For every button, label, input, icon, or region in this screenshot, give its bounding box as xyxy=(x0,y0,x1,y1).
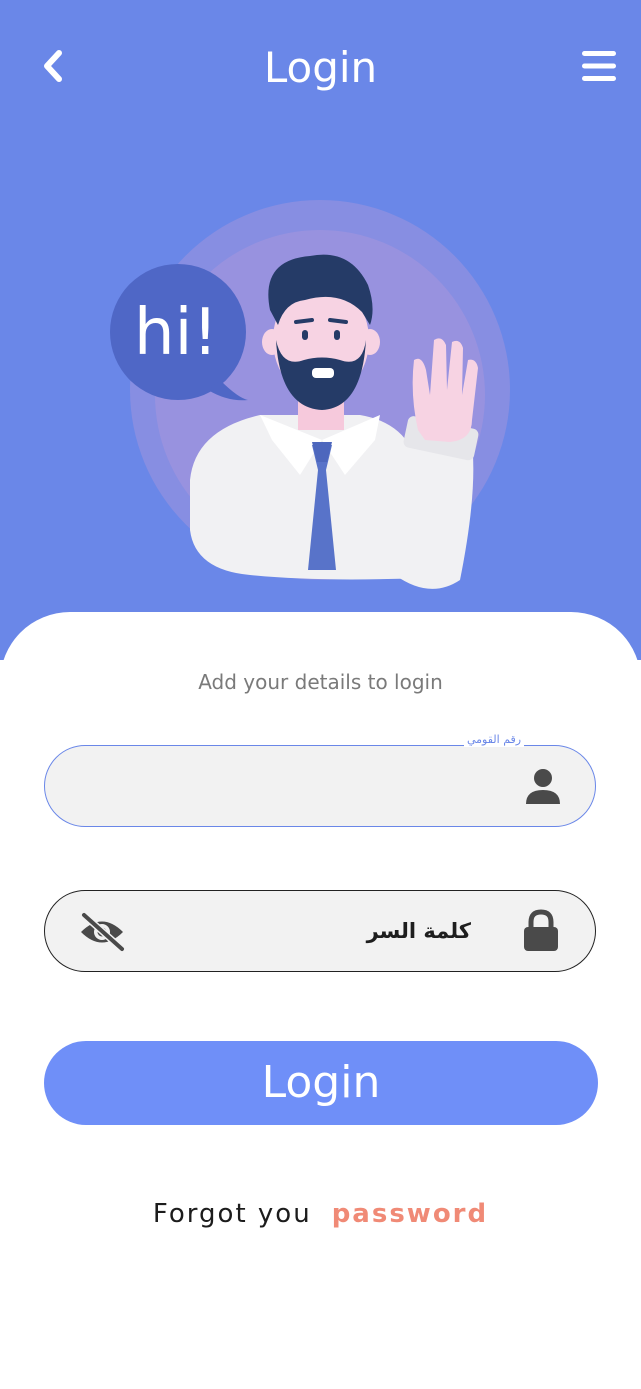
user-icon xyxy=(526,769,560,804)
password-input[interactable]: كلمة السر xyxy=(367,916,471,946)
login-screen: Login hi! Add your details to login رقم … xyxy=(0,0,641,1389)
page-title: Login xyxy=(263,43,378,92)
forgot-password-row: Forgot you password xyxy=(0,1195,641,1233)
waving-man-illustration: hi! xyxy=(110,200,510,589)
national-id-label: رقم القومي xyxy=(464,733,525,747)
app-header: Login xyxy=(0,0,641,140)
national-id-field[interactable] xyxy=(44,745,596,828)
login-button[interactable]: Login xyxy=(44,1041,598,1125)
forgot-password-link[interactable]: password xyxy=(332,1199,488,1229)
lock-icon xyxy=(524,909,558,951)
form-subtitle: Add your details to login xyxy=(198,670,443,694)
login-card xyxy=(0,612,641,1389)
national-id-input[interactable] xyxy=(75,746,519,828)
forgot-text: Forgot you xyxy=(152,1199,312,1229)
speech-bubble-text: hi! xyxy=(134,296,218,370)
menu-button[interactable] xyxy=(574,44,624,88)
eye-off-icon[interactable] xyxy=(78,911,126,953)
hamburger-menu-icon xyxy=(582,51,616,81)
password-field[interactable]: كلمة السر xyxy=(44,890,596,972)
